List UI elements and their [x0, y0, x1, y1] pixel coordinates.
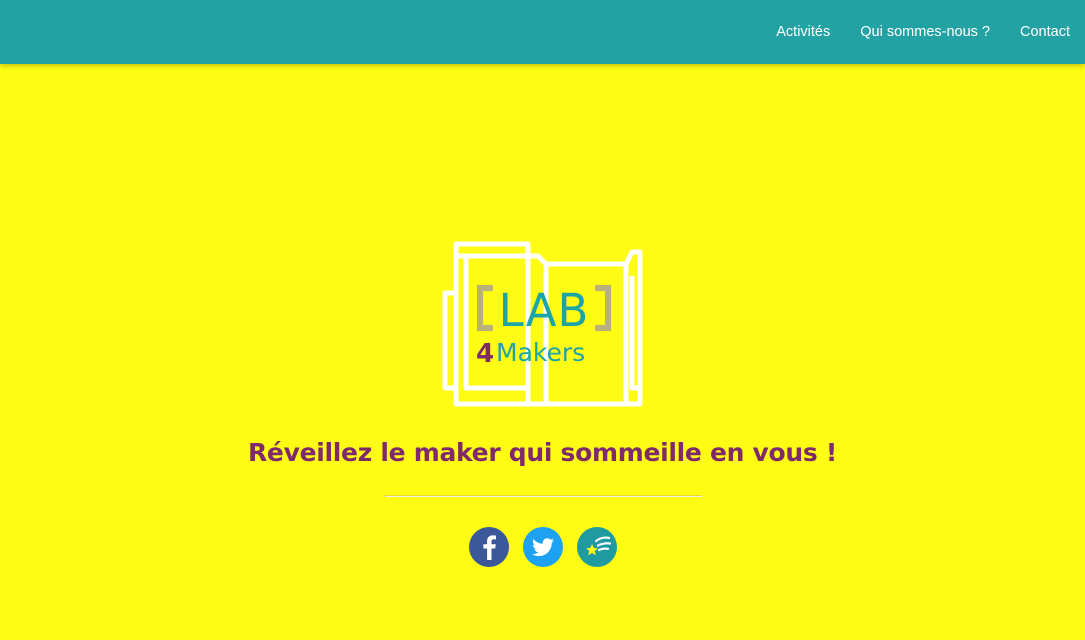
top-navbar: Activités Qui sommes-nous ? Contact [0, 0, 1085, 64]
twitter-link[interactable] [523, 527, 563, 567]
divider [385, 495, 702, 497]
shooting-star-icon [577, 527, 617, 567]
nav-item-qui-sommes-nous: Qui sommes-nous ? [860, 23, 990, 41]
shooting-star-link[interactable] [577, 527, 617, 567]
logo-graphic: LAB 4 Makers [442, 241, 643, 407]
nav-menu: Activités Qui sommes-nous ? Contact [746, 0, 1070, 64]
facebook-icon [469, 527, 509, 567]
hero-tagline: Réveillez le maker qui sommeille en vous… [247, 438, 838, 467]
nav-item-contact: Contact [1020, 23, 1070, 41]
social-links [469, 527, 617, 567]
logo-text-four: 4 [476, 339, 494, 369]
nav-item-activites: Activités [776, 23, 830, 41]
logo-text-lab: LAB [499, 284, 590, 337]
twitter-icon [523, 527, 563, 567]
facebook-link[interactable] [469, 527, 509, 567]
nav-link-activites[interactable]: Activités [776, 24, 830, 40]
nav-link-qui-sommes-nous[interactable]: Qui sommes-nous ? [860, 24, 990, 40]
logo-text-makers: Makers [496, 338, 585, 367]
lab4makers-logo: LAB 4 Makers [442, 238, 644, 408]
nav-link-contact[interactable]: Contact [1020, 24, 1070, 40]
